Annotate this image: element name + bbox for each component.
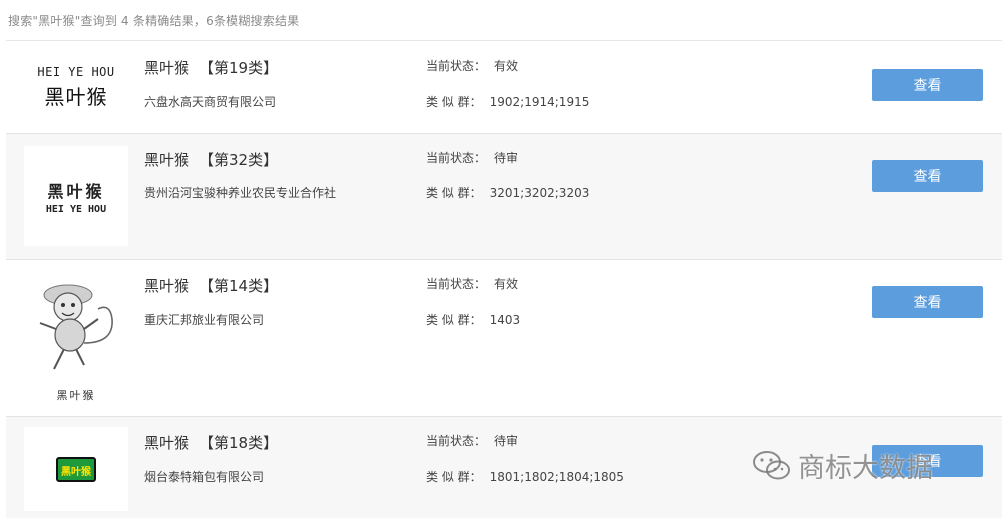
similar-group-line: 类 似 群： 1801;1802;1804;1805 — [426, 468, 624, 485]
similar-group-label: 类 似 群： — [426, 95, 482, 109]
status-label: 当前状态： — [426, 151, 487, 165]
watermark-text: 商标大数据 — [798, 453, 933, 484]
similar-group-label: 类 似 群： — [426, 186, 482, 200]
similar-group-value: 1902;1914;1915 — [489, 95, 590, 109]
logo-badge: 黑叶猴 — [56, 456, 96, 482]
applicant-company: 重庆汇邦旅业有限公司 — [144, 313, 265, 327]
status-label: 当前状态： — [426, 434, 487, 448]
trademark-name: 黑叶猴 — [144, 151, 190, 169]
result-row: 黑叶猴 HEI YE HOU 黑叶猴 【第32类】 贵州沿河宝骏种养业农民专业合作… — [6, 134, 1002, 260]
wechat-icon — [753, 450, 790, 479]
status-label: 当前状态： — [426, 277, 487, 291]
view-button[interactable]: 查看 — [872, 69, 983, 101]
result-row: 黑叶猴 黑叶猴 【第14类】 重庆汇邦旅业有限公司 当前状态： 有效 类 似 群： 1… — [6, 260, 1002, 417]
logo-text-en: HEI YE HOU — [37, 64, 115, 79]
trademark-class: 【第19类】 — [199, 59, 279, 77]
trademark-title: 黑叶猴 【第19类】 — [144, 57, 278, 78]
similar-group-value: 3201;3202;3203 — [489, 186, 590, 200]
trademark-logo: 黑叶猴 — [24, 427, 128, 511]
similar-group-line: 类 似 群： 1902;1914;1915 — [426, 93, 589, 110]
similar-group-label: 类 似 群： — [426, 313, 482, 327]
trademark-class: 【第18类】 — [199, 434, 279, 452]
trademark-logo: 黑叶猴 HEI YE HOU — [24, 146, 128, 246]
logo-text-cn: 黑叶猴 — [44, 84, 108, 109]
applicant-company: 贵州沿河宝骏种养业农民专业合作社 — [144, 186, 337, 200]
logo-text-en: HEI YE HOU — [45, 203, 107, 215]
trademark-title: 黑叶猴 【第18类】 — [144, 432, 278, 453]
trademark-title: 黑叶猴 【第32类】 — [144, 149, 278, 170]
applicant-company: 六盘水高天商贸有限公司 — [144, 95, 277, 109]
trademark-name: 黑叶猴 — [144, 277, 190, 295]
status-line: 当前状态： 有效 — [426, 57, 518, 74]
watermark: 商标大数据 — [752, 446, 933, 485]
trademark-class: 【第14类】 — [199, 277, 279, 295]
trademark-name: 黑叶猴 — [144, 434, 190, 452]
similar-group-value: 1801;1802;1804;1805 — [489, 470, 624, 484]
trademark-title: 黑叶猴 【第14类】 — [144, 275, 278, 296]
similar-group-value: 1403 — [489, 313, 521, 327]
monkey-logo — [39, 284, 113, 370]
status-line: 当前状态： 待审 — [426, 432, 518, 449]
status-value: 有效 — [494, 59, 519, 73]
trademark-name: 黑叶猴 — [144, 59, 190, 77]
status-label: 当前状态： — [426, 59, 487, 73]
status-line: 当前状态： 有效 — [426, 275, 518, 292]
similar-group-label: 类 似 群： — [426, 470, 482, 484]
status-line: 当前状态： 待审 — [426, 149, 518, 166]
result-row: HEI YE HOU 黑叶猴 黑叶猴 【第19类】 六盘水高天商贸有限公司 当前状… — [6, 41, 1002, 134]
logo-text-cn: 黑叶猴 — [61, 466, 91, 478]
similar-group-line: 类 似 群： 3201;3202;3203 — [426, 184, 589, 201]
trademark-logo: HEI YE HOU 黑叶猴 — [24, 51, 128, 123]
trademark-logo: 黑叶猴 — [24, 268, 128, 408]
similar-group-line: 类 似 群： 1403 — [426, 311, 520, 328]
status-value: 有效 — [494, 277, 519, 291]
view-button[interactable]: 查看 — [872, 160, 983, 192]
status-value: 待审 — [494, 151, 519, 165]
search-summary: 搜索"黑叶猴"查询到 4 条精确结果，6条模糊搜索结果 — [8, 14, 300, 28]
logo-text-cn: 黑叶猴 — [47, 181, 105, 201]
applicant-company: 烟台泰特箱包有限公司 — [144, 470, 265, 484]
logo-text-cn: 黑叶猴 — [56, 389, 96, 402]
status-value: 待审 — [494, 434, 519, 448]
view-button[interactable]: 查看 — [872, 286, 983, 318]
trademark-class: 【第32类】 — [199, 151, 279, 169]
